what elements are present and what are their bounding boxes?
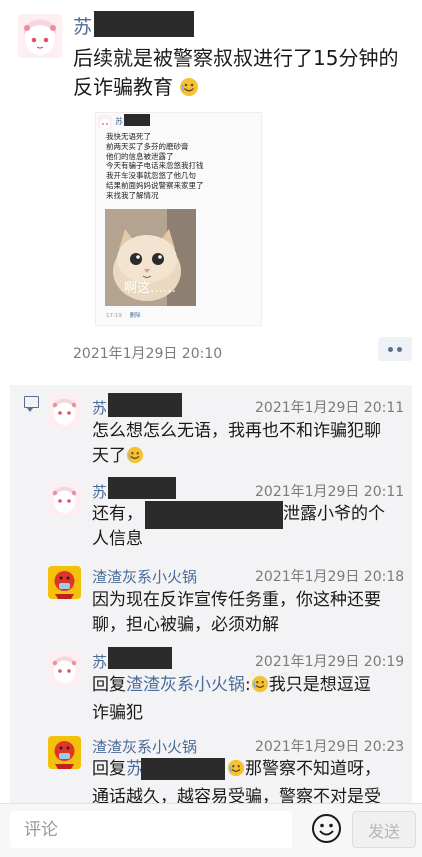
redacted-name (124, 114, 150, 126)
comment-text-line: 因为现在反诈宣传任务重，你这种还要 (92, 590, 381, 610)
screenshot-name: 苏 (115, 117, 123, 126)
comment-composer: 发送 (0, 803, 422, 857)
comment-icon (24, 396, 39, 412)
comment-time: 2021年1月29日 20:11 (255, 400, 405, 416)
post-author-avatar[interactable] (18, 14, 62, 58)
cat-meme-caption: 啊这…… (124, 281, 177, 296)
comment-text-segment: 天了 (92, 446, 126, 466)
post-author-name[interactable]: 苏 (73, 12, 92, 39)
comment-time: 2021年1月29日 20:19 (255, 654, 405, 670)
comment-text-line: 怎么想怎么无语，我再也不和诈骗犯聊 (92, 421, 381, 441)
commenter-avatar-hotpot[interactable] (48, 566, 81, 599)
screenshot-footer: 17:19 删除 (106, 311, 141, 319)
redacted-name (108, 477, 176, 499)
redacted-name (108, 393, 182, 417)
comment-text: 回复渣渣灰系小火锅: 我只是想逗逗 诈骗犯 (92, 673, 410, 726)
smile-emoji-icon (126, 446, 144, 472)
screenshot-footer-delete: 删除 (129, 313, 141, 319)
screenshot-line: 来找我了解情况 (106, 190, 159, 200)
comment-time: 2021年1月29日 20:23 (255, 739, 405, 755)
comment-author[interactable]: 渣渣灰系小火锅 (92, 736, 197, 757)
comment-text-segment: 还有， (92, 504, 143, 524)
comment-text-line: 通话越久，越容易受骗，警察不对是受 (92, 787, 381, 803)
comment-text-line: 聊，担心被骗，必须劝解 (92, 615, 279, 635)
smile-emoji-icon (312, 814, 341, 843)
reply-to-link[interactable]: 渣渣灰系小火锅 (126, 675, 245, 695)
redacted-name (94, 11, 194, 37)
comment-text-line: 回复渣渣灰系小火锅: 我只是想逗逗 (92, 673, 410, 701)
post-text-line1: 后续就是被警察叔叔进行了15分钟的 (73, 46, 399, 70)
post-text-line2-text: 反诈骗教育 (73, 75, 173, 99)
comment-text-line: 人信息 (92, 529, 143, 549)
post-image[interactable]: 苏 我快无语死了 前两天买了多芬的磨砂膏 他们的信息被泄露了 今天有骗子电话来忽… (95, 112, 262, 326)
screenshot-line: 他们的信息被泄露了 (106, 151, 174, 161)
screenshot-avatar (98, 115, 112, 129)
commenter-avatar[interactable] (48, 652, 81, 685)
comment-author[interactable]: 苏 (92, 481, 107, 502)
post-text: 后续就是被警察叔叔进行了15分钟的 反诈骗教育 (73, 44, 403, 105)
screenshot-line: 前两天买了多芬的磨砂膏 (106, 141, 189, 151)
smile-emoji-icon (251, 675, 269, 701)
screenshot-text: 我快无语死了 前两天买了多芬的磨砂膏 他们的信息被泄露了 今天有骗子电话来忽悠我… (106, 132, 204, 201)
comment-author[interactable]: 苏 (92, 397, 107, 418)
redacted-name (108, 647, 172, 669)
screenshot-line: 结果前面妈妈说警察来家里了 (106, 180, 204, 190)
post-timestamp: 2021年1月29日 20:10 (73, 346, 223, 362)
screenshot-line: 今天有骗子电话来忽悠我打钱 (106, 161, 204, 171)
comment-text-segment: 泄露小爷的个 (283, 504, 385, 524)
screenshot-line: 我开车没事就忽悠了他几句 (106, 171, 196, 181)
comment-text-line: 回复苏 那警察不知道呀， (92, 757, 410, 785)
redacted-name (141, 758, 225, 780)
comment-author[interactable]: 苏 (92, 651, 107, 672)
comment-text-line: 诈骗犯 (92, 703, 143, 723)
more-dots-icon[interactable] (378, 337, 412, 361)
send-button[interactable]: 发送 (352, 811, 416, 848)
post-text-line2: 反诈骗教育 (73, 73, 403, 105)
reply-prefix: 回复 (92, 675, 126, 695)
screenshot-footer-time: 17:19 (106, 313, 122, 319)
cat-meme-image: 啊这…… (105, 209, 196, 306)
comment-text-segment: 我只是想逗逗 (268, 675, 371, 695)
comments-panel: 苏 2021年1月29日 20:11 怎么想怎么无语，我再也不和诈骗犯聊 天了 … (10, 385, 412, 803)
comment-time: 2021年1月29日 20:11 (255, 484, 405, 500)
comment-text: 怎么想怎么无语，我再也不和诈骗犯聊 天了 (92, 419, 410, 472)
emoji-button[interactable] (311, 813, 342, 844)
redacted-text (145, 501, 283, 529)
comment-input[interactable] (10, 811, 292, 848)
comment-text-segment: 那警察不知道呀， (245, 759, 381, 779)
commenter-avatar[interactable] (48, 482, 81, 515)
comment-text: 回复苏 那警察不知道呀， 通话越久，越容易受骗，警察不对是受 (92, 757, 410, 803)
commenter-avatar[interactable] (48, 394, 81, 427)
comment-author[interactable]: 渣渣灰系小火锅 (92, 566, 197, 587)
comment-text-line: 天了 (92, 444, 410, 472)
smile-emoji-icon (179, 76, 199, 105)
commenter-avatar-hotpot[interactable] (48, 736, 81, 769)
comment-text: 因为现在反诈宣传任务重，你这种还要 聊，担心被骗，必须劝解 (92, 588, 410, 638)
smile-emoji-icon (227, 759, 245, 785)
screenshot-line: 我快无语死了 (106, 132, 151, 141)
reply-prefix: 回复 (92, 759, 126, 779)
comment-time: 2021年1月29日 20:18 (255, 569, 405, 585)
